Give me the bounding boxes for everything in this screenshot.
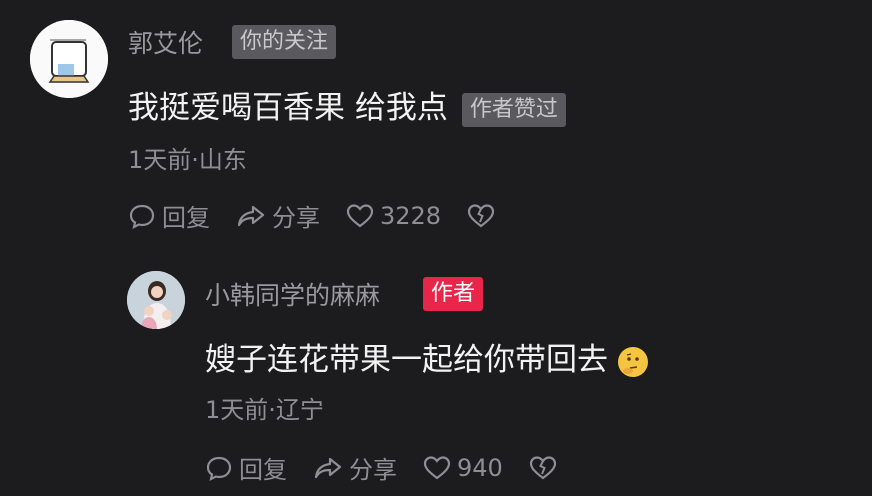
like-button[interactable]: 940 [423, 454, 503, 482]
comment-actions: 回复 分享 3228 [128, 198, 527, 233]
share-button[interactable]: 分享 [236, 198, 320, 233]
like-count: 3228 [380, 201, 442, 230]
dislike-button[interactable] [467, 203, 501, 229]
author-badge: 作者 [423, 277, 484, 311]
dislike-button[interactable] [529, 455, 563, 481]
avatar[interactable] [127, 271, 185, 329]
comment-text-content: 嫂子连花带果一起给你带回去 [205, 342, 608, 378]
reply-button[interactable]: 回复 [128, 198, 210, 233]
broken-heart-icon [529, 455, 556, 479]
username[interactable]: 小韩同学的麻麻 [205, 276, 380, 312]
heart-icon [423, 455, 451, 479]
comment-text: 我挺爱喝百香果 给我点 作者赞过 [128, 82, 566, 127]
share-icon [314, 457, 342, 478]
comment-text-content: 我挺爱喝百香果 给我点 [128, 90, 448, 126]
comment-meta: 1天前·山东 [128, 146, 247, 174]
share-label: 分享 [349, 456, 397, 484]
author-liked-badge: 作者赞过 [461, 92, 566, 127]
follow-badge: 你的关注 [232, 25, 337, 59]
comment-text: 嫂子连花带果一起给你带回去 [205, 334, 648, 379]
comment-icon [206, 456, 232, 481]
username[interactable]: 郭艾伦 [128, 24, 203, 60]
like-button[interactable]: 3228 [346, 202, 441, 230]
comment-icon [129, 204, 155, 229]
share-icon [237, 205, 265, 226]
like-count: 940 [457, 453, 503, 482]
comment-meta: 1天前·辽宁 [205, 396, 324, 424]
reply-label: 回复 [239, 456, 287, 484]
comment-actions: 回复 分享 940 [205, 450, 589, 485]
avatar[interactable] [30, 20, 108, 98]
heart-icon [346, 203, 374, 227]
comment-item: 郭艾伦 你的关注 我挺爱喝百香果 给我点 作者赞过 1天前·山东 回复 分享 32… [0, 0, 872, 250]
reply-label: 回复 [162, 204, 210, 232]
reply-button[interactable]: 回复 [205, 450, 287, 485]
thinking-emoji-icon [618, 346, 648, 377]
share-label: 分享 [272, 204, 320, 232]
broken-heart-icon [467, 203, 495, 227]
share-button[interactable]: 分享 [313, 450, 397, 485]
